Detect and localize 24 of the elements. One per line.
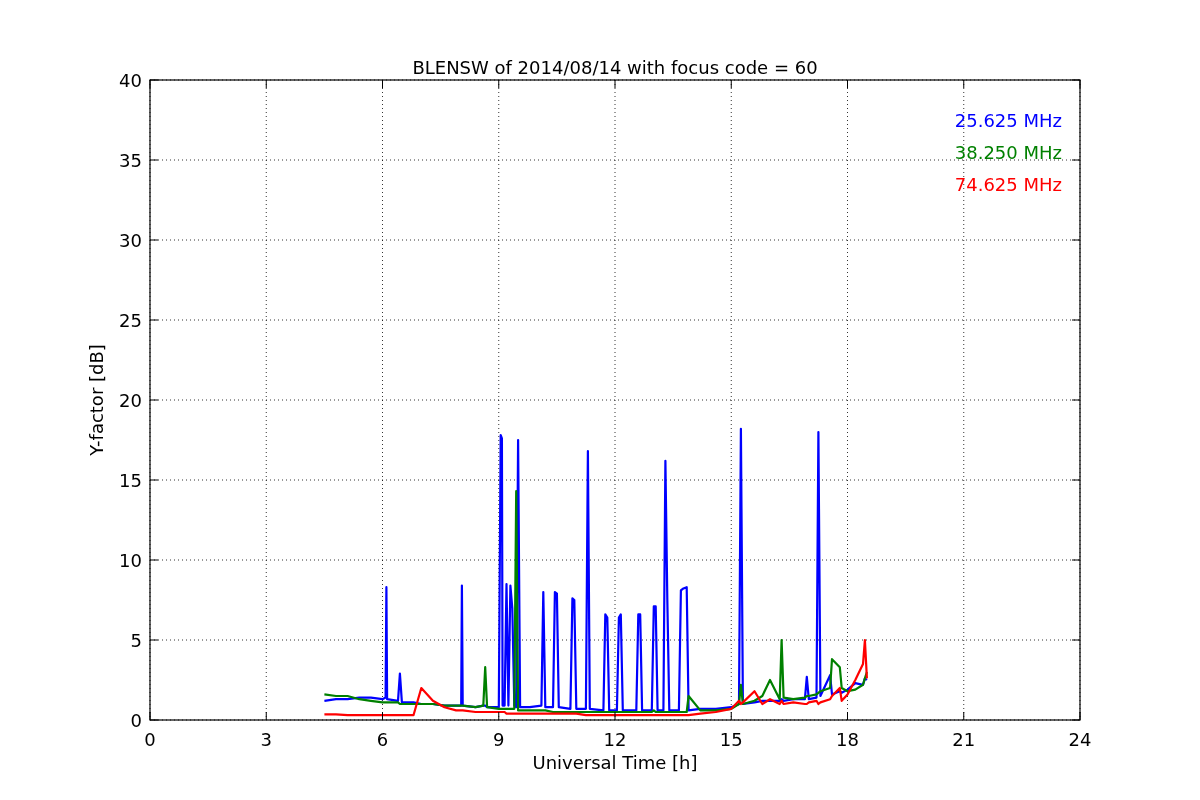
x-tick-label: 6 — [376, 729, 389, 750]
y-tick-label: 10 — [119, 550, 142, 571]
y-tick-label: 0 — [130, 710, 142, 731]
x-tick-label: 0 — [144, 729, 156, 750]
x-tick-label: 9 — [493, 729, 505, 750]
x-tick-label: 21 — [952, 729, 976, 750]
y-tick-label: 25 — [119, 310, 142, 331]
x-tick-label: 15 — [719, 729, 743, 750]
x-tick-label: 3 — [260, 729, 272, 750]
y-tick-label: 40 — [119, 70, 142, 91]
y-tick-label: 5 — [130, 630, 142, 651]
x-axis-label: Universal Time [h] — [532, 752, 698, 773]
legend-label: 25.625 MHz — [954, 110, 1062, 131]
x-tick-label: 24 — [1068, 729, 1092, 750]
chart-title: BLENSW of 2014/08/14 with focus code = 60 — [412, 57, 818, 78]
legend-label: 74.625 MHz — [954, 174, 1062, 195]
y-axis-label: Y-factor [dB] — [86, 344, 107, 456]
x-tick-label: 18 — [836, 729, 859, 750]
legend-label: 38.250 MHz — [954, 142, 1062, 163]
x-tick-label: 12 — [603, 729, 627, 750]
y-tick-label: 20 — [119, 390, 142, 411]
y-tick-label: 15 — [119, 470, 142, 491]
y-tick-label: 35 — [119, 150, 142, 171]
y-tick-label: 30 — [119, 230, 142, 251]
